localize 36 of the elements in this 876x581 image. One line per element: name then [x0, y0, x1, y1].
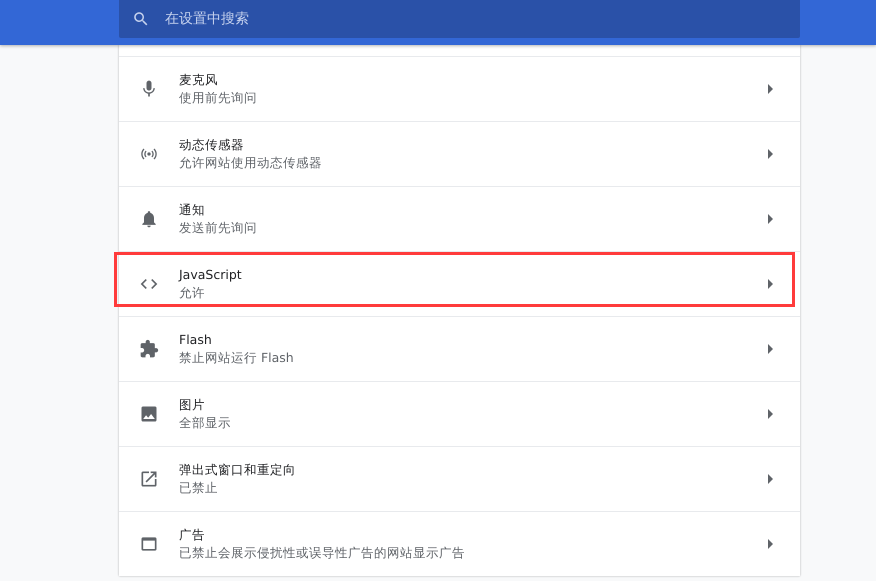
row-title: JavaScript [179, 266, 243, 284]
external-link-icon [139, 469, 159, 489]
arrow-right-icon [768, 149, 773, 159]
row-title: 通知 [179, 201, 206, 219]
arrow-right-icon [768, 474, 773, 484]
settings-row[interactable]: 广告 已禁止会展示侵扰性或误导性广告的网站显示广告 [119, 511, 800, 576]
settings-row[interactable]: Flash 禁止网站运行 Flash [119, 316, 800, 381]
row-title: 图片 [179, 396, 206, 414]
row-subtitle: 禁止网站运行 Flash [179, 349, 295, 367]
row-subtitle: 使用前先询问 [179, 89, 258, 107]
row-title: 广告 [179, 526, 206, 544]
arrow-right-icon [768, 344, 773, 354]
row-subtitle: 允许网站使用动态传感器 [179, 154, 323, 172]
arrow-right-icon [768, 409, 773, 419]
puzzle-piece-icon [139, 339, 159, 359]
row-subtitle: 全部显示 [179, 414, 232, 432]
settings-row[interactable]: JavaScript 允许 [119, 251, 800, 316]
arrow-right-icon [768, 539, 773, 549]
search-field[interactable]: 在设置中搜索 [119, 0, 800, 38]
row-subtitle: 允许 [179, 284, 206, 302]
settings-row[interactable]: 弹出式窗口和重定向 已禁止 [119, 446, 800, 511]
row-title: 动态传感器 [179, 136, 245, 154]
arrow-right-icon [768, 279, 773, 289]
settings-row[interactable]: 图片 全部显示 [119, 381, 800, 446]
image-icon [139, 404, 159, 424]
arrow-right-icon [768, 84, 773, 94]
row-subtitle: 发送前先询问 [179, 219, 258, 237]
row-subtitle: 已禁止 [179, 479, 219, 497]
settings-row[interactable]: 通知 发送前先询问 [119, 186, 800, 251]
settings-row[interactable]: 麦克风 使用前先询问 [119, 56, 800, 121]
row-title: 弹出式窗口和重定向 [179, 461, 297, 479]
settings-row[interactable]: 动态传感器 允许网站使用动态传感器 [119, 121, 800, 186]
row-title: Flash [179, 331, 213, 349]
row-title: 麦克风 [179, 71, 219, 89]
arrow-right-icon [768, 214, 773, 224]
row-subtitle: 已禁止会展示侵扰性或误导性广告的网站显示广告 [179, 544, 466, 562]
